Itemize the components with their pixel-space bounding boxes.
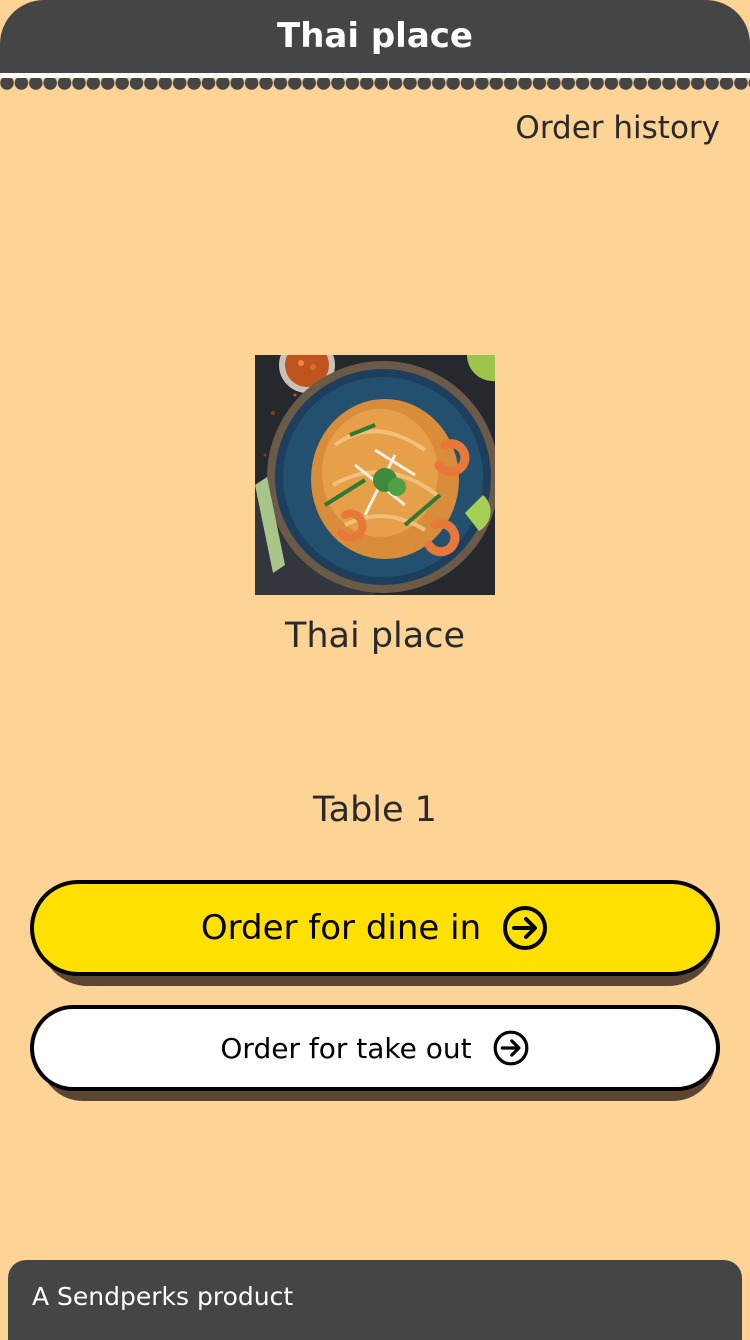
app-header: Thai place bbox=[0, 0, 750, 73]
take-out-label: Order for take out bbox=[220, 1031, 472, 1065]
footer-text: A Sendperks product bbox=[32, 1282, 294, 1311]
take-out-button-wrapper: Order for take out bbox=[30, 1005, 720, 1101]
footer-bar: A Sendperks product bbox=[8, 1260, 742, 1340]
order-take-out-button[interactable]: Order for take out bbox=[30, 1005, 720, 1091]
order-history-link[interactable]: Order history bbox=[515, 110, 720, 146]
order-dine-in-button[interactable]: Order for dine in bbox=[30, 880, 720, 976]
arrow-right-circle-icon bbox=[492, 1029, 530, 1067]
header-title: Thai place bbox=[277, 15, 473, 56]
pad-thai-dish-icon bbox=[255, 355, 495, 595]
dine-in-button-wrapper: Order for dine in bbox=[30, 880, 720, 986]
table-label: Table 1 bbox=[313, 790, 437, 830]
dine-in-label: Order for dine in bbox=[200, 908, 482, 948]
restaurant-image bbox=[255, 355, 495, 595]
header-scallop-border bbox=[0, 78, 750, 92]
arrow-right-circle-icon bbox=[501, 904, 549, 952]
restaurant-name: Thai place bbox=[284, 616, 466, 656]
